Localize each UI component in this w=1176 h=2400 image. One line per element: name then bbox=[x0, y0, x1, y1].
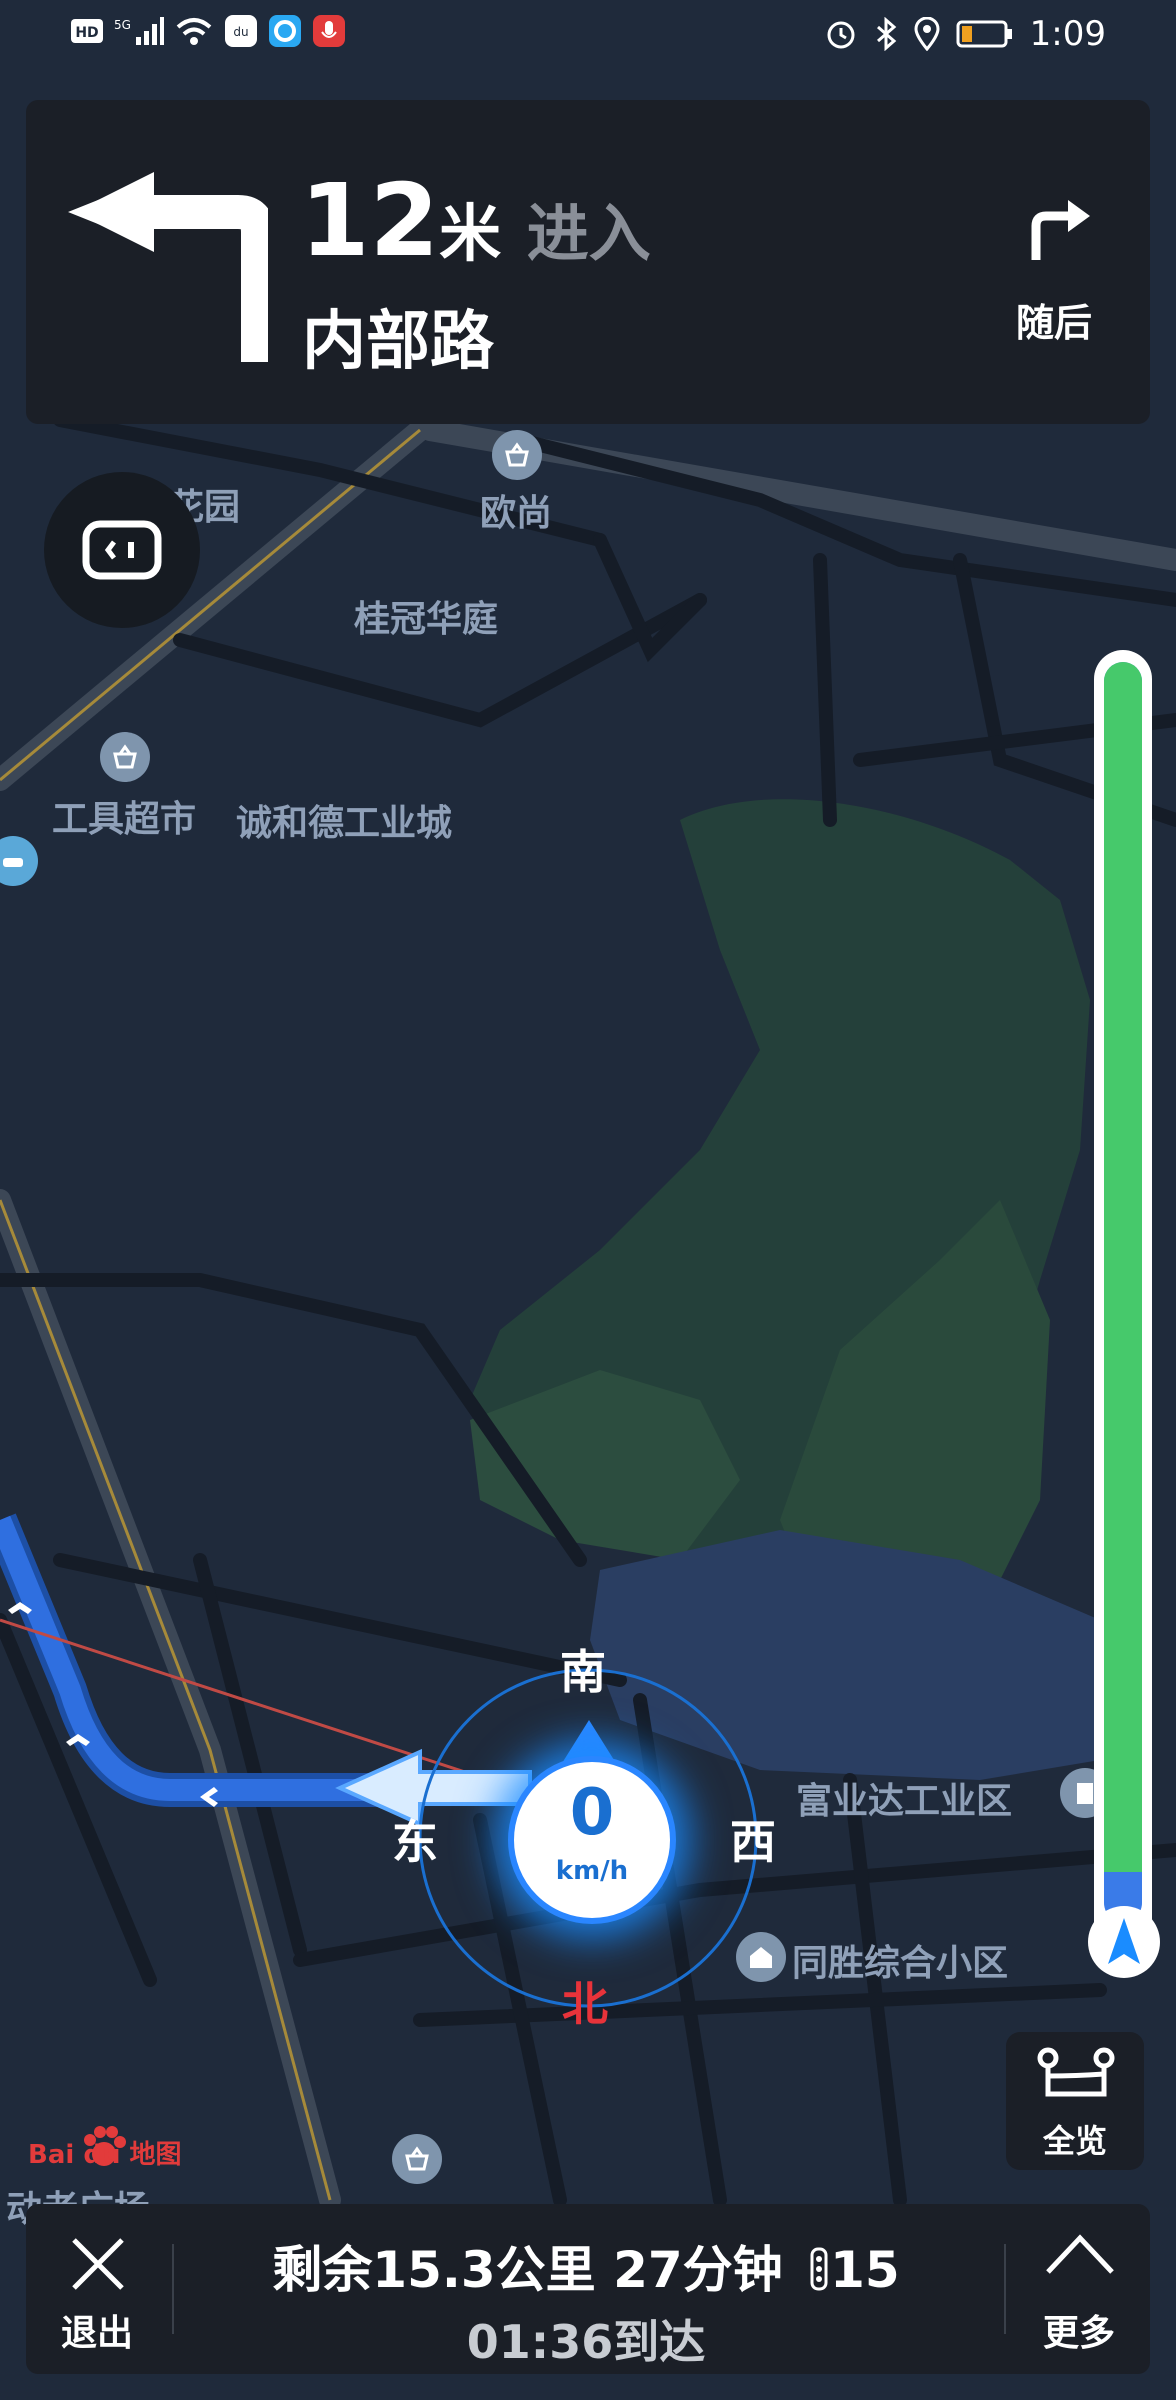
distance-value: 12 bbox=[300, 162, 440, 279]
alarm-icon bbox=[827, 21, 855, 49]
location-icon bbox=[914, 17, 940, 51]
map-label-chenghede[interactable]: 诚和德工业城 bbox=[236, 794, 452, 846]
trip-remaining: 剩余15.3公里 27分钟 15 bbox=[196, 2230, 976, 2302]
route-progress-bar bbox=[1094, 650, 1152, 1960]
speed-value: 0 bbox=[569, 1776, 615, 1850]
baidu-watermark-text: Bai du 地图 bbox=[28, 2140, 182, 2170]
trip-summary-bar: 退出 剩余15.3公里 27分钟 15 01:36到达 更多 bbox=[26, 2204, 1150, 2374]
du-app-icon: du bbox=[225, 15, 257, 47]
hd-icon: HD bbox=[71, 19, 103, 43]
overview-label: 全览 bbox=[1042, 2122, 1107, 2160]
turn-right-icon bbox=[1031, 200, 1090, 260]
arrival-time: 01:36到达 bbox=[466, 2315, 706, 2369]
trip-info[interactable]: 剩余15.3公里 27分钟 15 01:36到达 bbox=[196, 2230, 976, 2372]
voice-assistant-button[interactable] bbox=[44, 472, 200, 628]
map-label-tool-market[interactable]: 工具超市 bbox=[52, 790, 196, 842]
chevron-up-icon bbox=[1046, 2234, 1114, 2274]
shop-pin-icon[interactable] bbox=[392, 2134, 442, 2184]
battery-low-icon bbox=[956, 20, 1012, 48]
robot-face-icon bbox=[82, 520, 162, 580]
more-label: 更多 bbox=[1042, 2313, 1115, 2354]
speed-unit: km/h bbox=[555, 1856, 629, 1886]
overview-button[interactable]: 全览 bbox=[1006, 2032, 1144, 2170]
exit-button[interactable]: 退出 bbox=[26, 2204, 168, 2374]
shop-pin-icon[interactable] bbox=[100, 732, 150, 782]
divider bbox=[172, 2244, 174, 2334]
map-label-tongsheng[interactable]: 同胜综合小区 bbox=[792, 1934, 1008, 1986]
navigation-guidance-card[interactable]: 12米 进入 内部路 随后 bbox=[26, 100, 1150, 424]
traffic-light-count: 15 bbox=[830, 2241, 900, 2299]
progress-remaining-fill bbox=[1104, 662, 1142, 1872]
status-bar: HD 5G du 1:09 bbox=[0, 0, 1176, 72]
svg-text:du: du bbox=[233, 25, 248, 39]
traffic-light-icon bbox=[810, 2247, 828, 2291]
navigation-arrow-icon bbox=[1108, 1918, 1140, 1964]
compass-south: 南 bbox=[560, 1645, 606, 1699]
map-label-auchan[interactable]: 欧尚 bbox=[480, 484, 552, 536]
road-name: 内部路 bbox=[302, 305, 494, 379]
bluetooth-icon bbox=[876, 17, 896, 51]
turn-left-icon bbox=[68, 172, 268, 362]
shop-pin-icon[interactable] bbox=[492, 430, 542, 480]
map-label-fuyeda[interactable]: 富业达工业区 bbox=[796, 1772, 1012, 1824]
distance-unit: 米 bbox=[439, 197, 502, 270]
compass-north: 北 bbox=[562, 1977, 608, 2031]
next-turn-label: 随后 bbox=[1016, 301, 1093, 345]
baidu-map-logo: Bai du 地图 bbox=[28, 2124, 182, 2174]
map-label-guiguan[interactable]: 桂冠华庭 bbox=[354, 590, 498, 642]
more-button[interactable]: 更多 bbox=[1008, 2204, 1150, 2374]
speed-indicator[interactable]: 0 km/h bbox=[508, 1756, 676, 1924]
progress-track bbox=[1104, 662, 1142, 1922]
current-position-marker[interactable] bbox=[1088, 1906, 1160, 1978]
compass-west: 西 bbox=[730, 1815, 776, 1869]
status-icons-right: 1:09 bbox=[824, 14, 1106, 54]
status-icons-left: HD 5G du bbox=[70, 14, 346, 48]
wifi-icon bbox=[176, 18, 212, 45]
browser-app-icon bbox=[269, 15, 301, 47]
exit-label: 退出 bbox=[60, 2313, 133, 2354]
close-icon bbox=[72, 2238, 124, 2290]
divider bbox=[1004, 2244, 1006, 2334]
mic-record-icon bbox=[313, 15, 345, 47]
status-time: 1:09 bbox=[1029, 14, 1106, 54]
route-overview-icon bbox=[1037, 2047, 1115, 2097]
turn-distance: 12米 进入 bbox=[300, 162, 651, 279]
svg-text:5G: 5G bbox=[114, 18, 131, 32]
5g-signal-icon: 5G bbox=[114, 17, 164, 45]
svg-text:HD: HD bbox=[75, 25, 98, 41]
turn-action: 进入 bbox=[526, 197, 651, 270]
remaining-text: 剩余15.3公里 27分钟 bbox=[272, 2241, 783, 2299]
compass-east: 东 bbox=[392, 1815, 438, 1869]
